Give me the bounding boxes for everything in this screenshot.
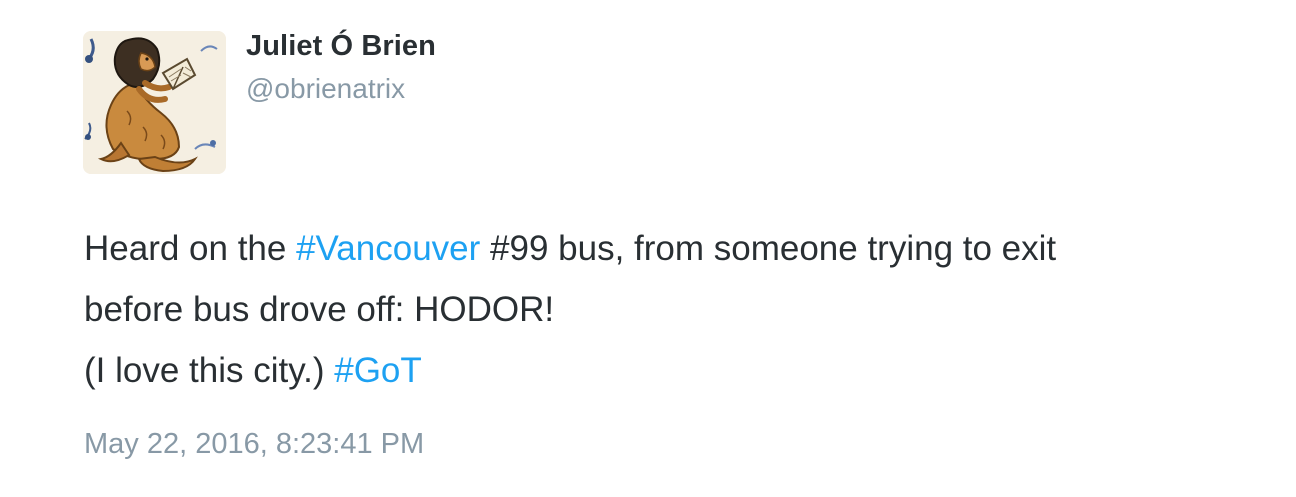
tweet-text-line-2: before bus drove off: HODOR!	[84, 290, 555, 329]
tweet-text-line-3: (I love this city.) #GoT	[84, 340, 1244, 401]
tweet-text-line-1: Heard on the #Vancouver #99 bus, from so…	[84, 218, 1244, 279]
tweet-timestamp[interactable]: May 22, 2016, 8:23:41 PM	[84, 428, 424, 461]
tweet-text-segment: (I love this city.)	[84, 351, 335, 390]
tweet-text: Heard on the #Vancouver #99 bus, from so…	[84, 218, 1244, 401]
user-handle[interactable]: @obrienatrix	[246, 73, 405, 105]
hashtag-link-got[interactable]: #GoT	[334, 351, 422, 390]
medieval-manuscript-beast-reading-icon	[83, 31, 226, 174]
tweet-card: Juliet Ó Brien @obrienatrix Heard on the…	[0, 0, 1296, 497]
user-avatar[interactable]	[83, 31, 226, 174]
tweet-text-segment: Heard on the	[84, 229, 297, 268]
tweet-text-segment: #99 bus, from someone trying to exit	[480, 229, 1057, 268]
hashtag-link-vancouver[interactable]: #Vancouver	[296, 229, 480, 268]
user-display-name[interactable]: Juliet Ó Brien	[246, 30, 436, 63]
